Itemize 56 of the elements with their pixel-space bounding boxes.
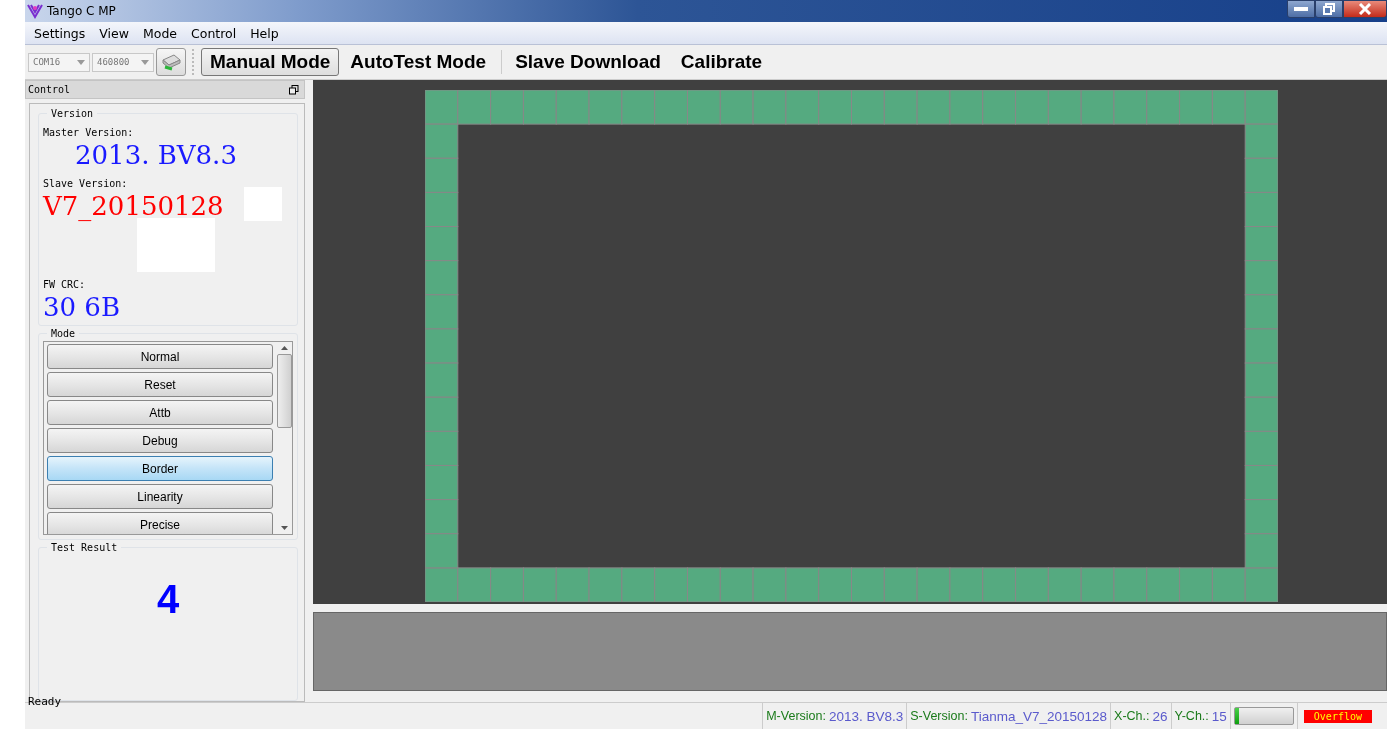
dropdown-value: 460800: [97, 57, 130, 67]
mode-button[interactable]: Reset: [47, 372, 273, 397]
menu-item[interactable]: Help: [250, 25, 279, 41]
mode-tab[interactable]: Slave Download: [506, 48, 670, 76]
status-label: S-Version:: [910, 709, 968, 723]
result-value: 4: [155, 577, 181, 622]
scroll-down-icon[interactable]: [280, 526, 288, 530]
group-title: Version: [50, 108, 95, 119]
baud-dropdown[interactable]: 460800: [92, 52, 154, 72]
mode-button[interactable]: Normal: [47, 344, 273, 369]
status-value: 2013. BV8.3: [828, 708, 904, 724]
mode-button[interactable]: Attb: [47, 400, 273, 425]
menu-item[interactable]: Control: [191, 25, 237, 41]
status-value: 15: [1211, 708, 1227, 724]
crc-value: 30 6B: [43, 291, 121, 324]
minimize-icon: [1294, 7, 1308, 11]
mode-tab[interactable]: Manual Mode: [201, 48, 340, 76]
port-dropdown[interactable]: COM16: [28, 52, 90, 72]
mode-button[interactable]: Debug: [47, 428, 273, 453]
mode-button[interactable]: Linearity: [47, 484, 273, 509]
overflow-indicator: Overflow: [1303, 709, 1372, 723]
field-label: FW CRC:: [43, 279, 87, 290]
scroll-up-icon[interactable]: [280, 346, 288, 350]
float-icon[interactable]: [289, 84, 299, 95]
field-label: Master Version:: [43, 127, 135, 138]
group-title: Test Result: [50, 542, 119, 553]
caret-icon: [141, 59, 149, 65]
menu-item[interactable]: Mode: [142, 25, 177, 41]
version-value: V7_20150128: [43, 190, 224, 223]
close-icon: [1358, 3, 1372, 15]
window-title: Tango C MP: [47, 4, 116, 18]
panel-title: Control: [28, 84, 71, 95]
restore-icon: [1323, 3, 1335, 15]
status-value: Tianma_V7_20150128: [970, 708, 1108, 724]
version-value: 2013. BV8.3: [74, 139, 238, 172]
mode-button[interactable]: Precise: [47, 512, 273, 534]
connect-button[interactable]: [156, 48, 186, 76]
status-message: Ready: [28, 695, 62, 708]
status-label: M-Version:: [766, 709, 826, 723]
field-label: Slave Version:: [43, 178, 129, 189]
scroll-thumb[interactable]: [276, 354, 292, 428]
minimize-button[interactable]: [1287, 0, 1315, 18]
dropdown-value: COM16: [33, 57, 61, 67]
menu-item[interactable]: Settings: [34, 25, 86, 41]
mode-tab[interactable]: Calibrate: [671, 48, 772, 76]
status-label: X-Ch.:: [1114, 709, 1150, 723]
app-icon: [27, 3, 43, 19]
mode-button[interactable]: Border: [47, 456, 273, 481]
status-label: Y-Ch.:: [1174, 709, 1209, 723]
close-button[interactable]: [1343, 0, 1387, 18]
caret-icon: [77, 59, 85, 65]
group-title: Mode: [50, 328, 77, 339]
restore-button[interactable]: [1315, 0, 1343, 18]
status-value: 26: [1152, 708, 1168, 724]
menu-item[interactable]: View: [99, 25, 129, 41]
mode-tab[interactable]: AutoTest Mode: [341, 48, 496, 76]
